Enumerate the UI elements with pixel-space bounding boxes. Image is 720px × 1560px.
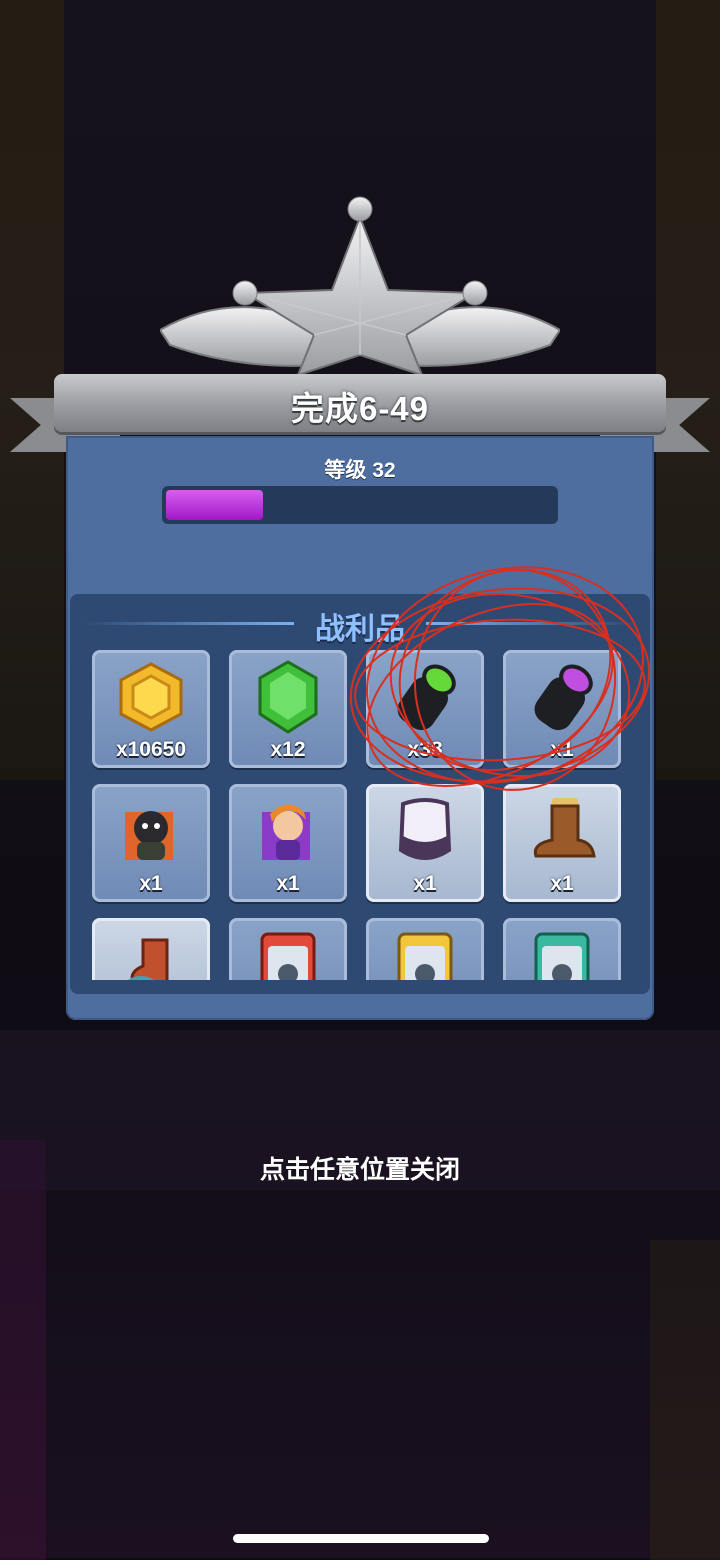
teal-card-icon — [534, 932, 590, 980]
bomb-hero-puzzle-icon — [125, 811, 173, 860]
loot-section: 战利品 x10650 x12 x38 x1 x1 x1 x1 x1 — [70, 594, 650, 994]
loot-item[interactable]: x1 — [366, 784, 484, 902]
loot-item[interactable]: x10650 — [92, 650, 210, 768]
tap-to-close-hint[interactable]: 点击任意位置关闭 — [0, 1150, 720, 1186]
loot-header: 战利品 — [70, 602, 650, 646]
loot-item[interactable] — [366, 918, 484, 980]
loot-item[interactable] — [229, 918, 347, 980]
green-canister-icon — [397, 664, 456, 731]
loot-grid[interactable]: x10650 x12 x38 x1 x1 x1 x1 x1 — [92, 650, 632, 980]
green-gem-icon — [258, 660, 318, 734]
loot-item[interactable] — [503, 918, 621, 980]
loot-item[interactable] — [92, 918, 210, 980]
loot-title: 战利品 — [315, 613, 405, 646]
item-quantity: x12 — [270, 738, 306, 761]
results-panel: 等级 32 战利品 x10650 x12 x38 x1 x1 x1 x1 x1 — [66, 436, 654, 1020]
background-bottom-left — [0, 1140, 46, 1560]
red-card-icon — [260, 932, 316, 980]
loot-item[interactable]: x1 — [503, 784, 621, 902]
ribbon-banner: 完成6-49 — [54, 374, 666, 432]
level-label: 等级 32 — [324, 459, 396, 482]
loot-item[interactable]: x38 — [366, 650, 484, 768]
item-quantity: x1 — [413, 872, 437, 895]
loot-item[interactable]: x1 — [503, 650, 621, 768]
item-quantity: x38 — [407, 738, 443, 761]
star-wings-emblem — [160, 196, 560, 377]
gold-coin-icon — [119, 662, 183, 732]
home-indicator[interactable] — [233, 1534, 489, 1543]
purple-canister-icon — [534, 664, 593, 731]
item-quantity: x10650 — [115, 738, 187, 761]
loot-item[interactable]: x1 — [229, 784, 347, 902]
yellow-card-icon — [397, 932, 453, 980]
loot-item[interactable]: x1 — [92, 784, 210, 902]
item-quantity: x1 — [550, 738, 574, 761]
item-quantity: x1 — [550, 872, 574, 895]
page-title: 完成6-49 — [290, 390, 430, 427]
armor-vest-icon — [398, 798, 452, 860]
item-quantity: x1 — [139, 872, 163, 895]
girl-hero-puzzle-icon — [262, 804, 310, 860]
brown-boot-icon — [533, 798, 596, 858]
red-boot-icon — [128, 938, 169, 980]
item-quantity: x1 — [276, 872, 300, 895]
loot-item[interactable]: x12 — [229, 650, 347, 768]
level-progress-fill — [166, 490, 263, 520]
level-progress-bar — [162, 486, 558, 524]
background-bottom-right — [650, 1240, 720, 1560]
